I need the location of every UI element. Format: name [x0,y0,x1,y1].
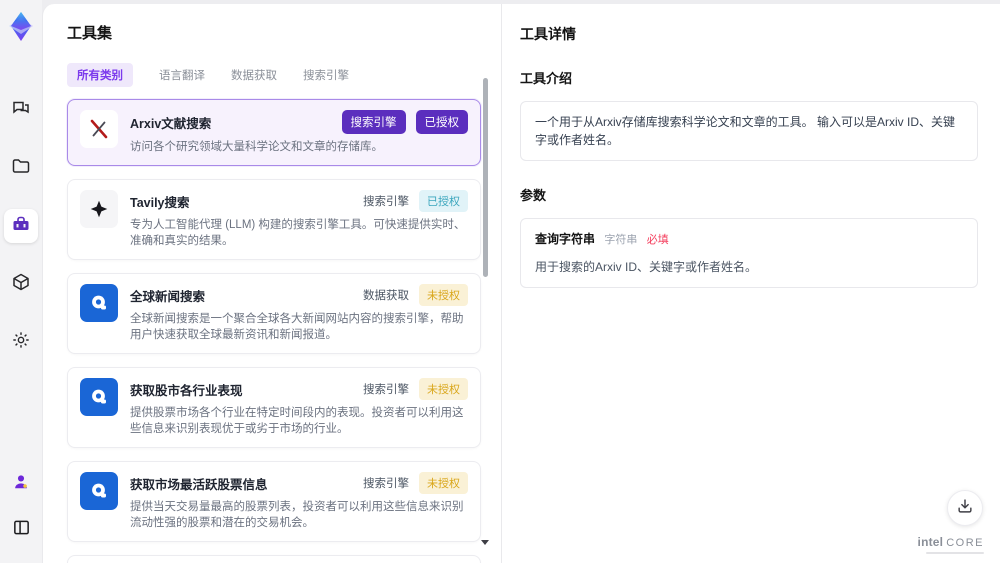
tool-list: Arxiv文献搜索 搜索引擎 已授权 访问各个研究领域大量科学论文和文章的存储库… [67,99,481,563]
status-badge: 未授权 [419,284,468,306]
download-icon [956,497,974,520]
list-scrollbar[interactable] [483,78,488,277]
chat-icon [11,98,31,123]
tab-data-fetch[interactable]: 数据获取 [231,67,277,83]
intel-logo-underline [926,552,984,554]
gear-icon [11,330,31,355]
tool-title: Arxiv文献搜索 [130,116,212,131]
sidebar-item-account[interactable] [4,467,38,501]
category-label: 数据获取 [363,290,409,302]
status-badge: 未授权 [419,472,468,494]
status-badge: 未授权 [419,378,468,400]
tool-card-arxiv[interactable]: Arxiv文献搜索 搜索引擎 已授权 访问各个研究领域大量科学论文和文章的存储库… [67,99,481,166]
download-button[interactable] [947,490,983,526]
param-required-badge: 必填 [646,234,669,246]
tab-all-categories[interactable]: 所有类别 [67,63,133,87]
sidebar-item-tools[interactable] [4,209,38,243]
intel-wordmark: intel [917,535,944,549]
param-header: 查询字符串 字符串 必填 [535,230,963,249]
category-badge: 搜索引擎 [341,110,406,134]
param-name: 查询字符串 [535,232,596,246]
news-search-icon [80,472,118,510]
core-wordmark: CORE [946,537,984,549]
details-title: 工具详情 [520,26,576,42]
status-badge: 已授权 [415,110,468,134]
params-heading: 参数 [520,188,547,203]
folder-icon [11,156,31,181]
app-logo [6,8,36,49]
tool-description: 专为人工智能代理 (LLM) 构建的搜索引擎工具。可快速提供实时、准确和真实的结… [130,219,466,247]
tool-title: 获取股市各行业表现 [130,383,243,398]
tool-card-sector-performance[interactable]: 获取股市各行业表现 搜索引擎 未授权 提供股票市场各个行业在特定时间段内的表现。… [67,367,481,448]
tool-card-active-stocks[interactable]: 获取市场最活跃股票信息 搜索引擎 未授权 提供当天交易量最高的股票列表，投资者可… [67,461,481,542]
details-panel: 工具详情 工具介绍 一个用于从Arxiv存储库搜索科学论文和文章的工具。 输入可… [502,4,1000,563]
sidebar-item-packages[interactable] [4,267,38,301]
intro-heading: 工具介绍 [520,71,573,86]
tool-card-regional-news[interactable]: 万维地区新闻查询 搜索引擎 未授权 查询具体行政区划内的新闻，快速了解各地新闻动 [67,555,481,563]
scroll-down-arrow[interactable] [481,540,489,545]
tool-title: 获取市场最活跃股票信息 [130,477,268,492]
category-label: 搜索引擎 [363,384,409,396]
tools-panel: 工具集 所有类别 语言翻译 数据获取 搜索引擎 Arxiv文献搜索 搜索引擎 已… [43,4,501,563]
tool-description: 提供股票市场各个行业在特定时间段内的表现。投资者可以利用这些信息来识别表现优于或… [130,407,464,435]
tab-search-engine[interactable]: 搜索引擎 [303,67,349,83]
arxiv-icon [80,110,118,148]
category-label: 搜索引擎 [363,478,409,490]
sidebar-item-files[interactable] [4,151,38,185]
sidebar-item-settings[interactable] [4,325,38,359]
param-box: 查询字符串 字符串 必填 用于搜索的Arxiv ID、关键字或作者姓名。 [520,218,978,288]
tab-translation[interactable]: 语言翻译 [159,67,205,83]
tool-title: 全球新闻搜索 [130,289,206,304]
star-icon [80,190,118,228]
tool-card-global-news[interactable]: 全球新闻搜索 数据获取 未授权 全球新闻搜索是一个聚合全球各大新闻网站内容的搜索… [67,273,481,354]
main-content: 工具集 所有类别 语言翻译 数据获取 搜索引擎 Arxiv文献搜索 搜索引擎 已… [42,4,1000,563]
intro-box: 一个用于从Arxiv存储库搜索科学论文和文章的工具。 输入可以是Arxiv ID… [520,101,978,161]
sidebar [0,0,42,563]
app-window: 工具集 所有类别 语言翻译 数据获取 搜索引擎 Arxiv文献搜索 搜索引擎 已… [0,0,1000,563]
param-description: 用于搜索的Arxiv ID、关键字或作者姓名。 [535,260,758,274]
news-search-icon [80,378,118,416]
tool-card-tavily[interactable]: Tavily搜索 搜索引擎 已授权 专为人工智能代理 (LLM) 构建的搜索引擎… [67,179,481,260]
status-badge: 已授权 [419,190,468,212]
layout-panel-icon [12,518,31,542]
tool-description: 全球新闻搜索是一个聚合全球各大新闻网站内容的搜索引擎，帮助用户快速获取全球最新资… [130,313,464,341]
category-label: 搜索引擎 [363,196,409,208]
news-search-icon [80,284,118,322]
tool-title: Tavily搜索 [130,195,190,210]
intro-text: 一个用于从Arxiv存储库搜索科学论文和文章的工具。 输入可以是Arxiv ID… [535,115,956,147]
tool-description: 提供当天交易量最高的股票列表，投资者可以利用这些信息来识别流动性强的股票和潜在的… [130,501,464,529]
sidebar-item-collapse[interactable] [4,513,38,547]
package-icon [11,272,31,297]
category-tabs: 所有类别 语言翻译 数据获取 搜索引擎 [67,63,501,87]
sidebar-item-chat[interactable] [4,93,38,127]
page-title: 工具集 [67,25,113,42]
intel-core-logo: intel CORE [918,535,984,549]
toolbox-icon [11,214,31,239]
tool-description: 访问各个研究领域大量科学论文和文章的存储库。 [130,141,383,153]
user-icon [12,473,30,496]
param-type: 字符串 [604,234,638,246]
